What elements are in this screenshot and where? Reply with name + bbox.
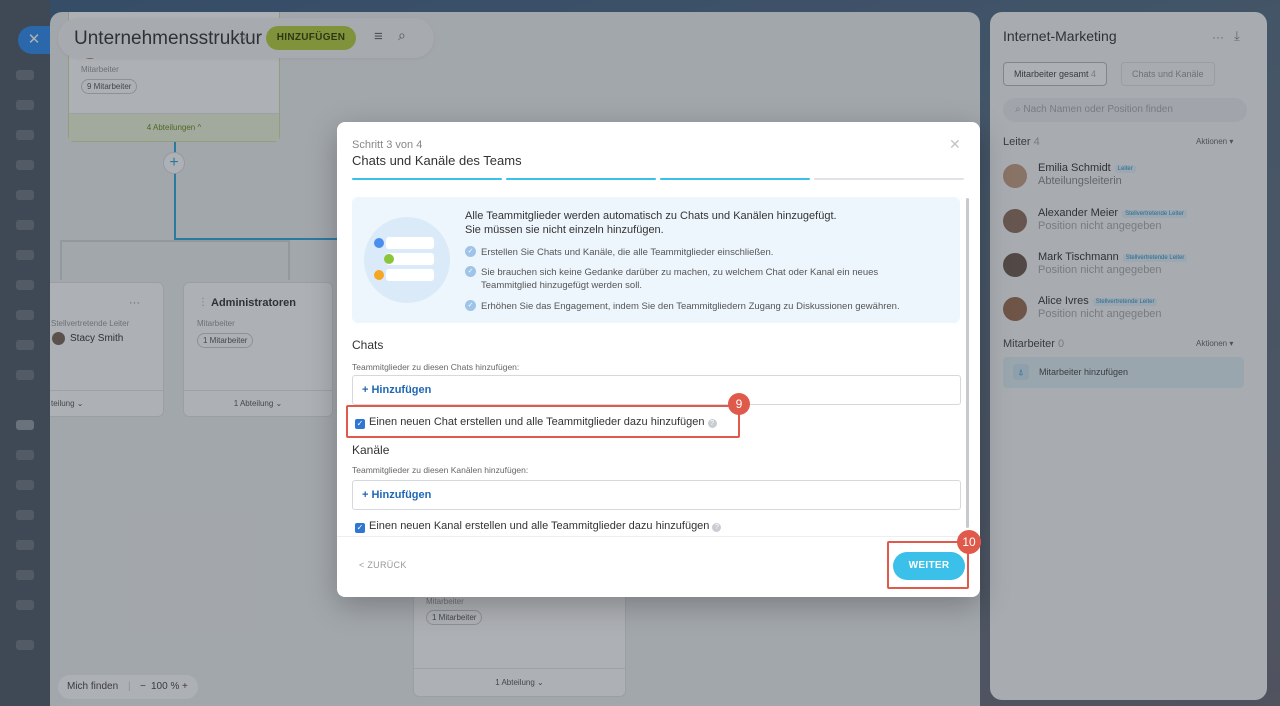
add-channels-field[interactable]: + Hinzufügen: [352, 480, 961, 510]
add-channels-link[interactable]: + Hinzufügen: [362, 489, 431, 501]
info-item-text: Erhöhen Sie das Engagement, indem Sie de…: [481, 301, 900, 312]
checkbox-label[interactable]: Einen neuen Kanal erstellen und alle Tea…: [369, 520, 709, 532]
help-icon[interactable]: ?: [712, 523, 722, 532]
info-item-text: Sie brauchen sich keine Gedanke darüber …: [481, 267, 879, 291]
dialog-title: Chats und Kanäle des Teams: [352, 153, 522, 168]
highlight-next-button: [887, 541, 969, 589]
new-channel-checkbox-row[interactable]: ✓ Einen neuen Kanal erstellen und alle Te…: [355, 520, 722, 533]
info-heading-line: Alle Teammitglieder werden automatisch z…: [465, 210, 837, 222]
progress-segment-2: [506, 178, 656, 180]
illustration-row: [386, 269, 434, 281]
channels-heading: Kanäle: [352, 443, 390, 457]
footer-divider: [337, 536, 980, 537]
illustration-dot: [374, 270, 384, 280]
highlight-new-chat-checkbox: [346, 405, 740, 438]
chats-subheading: Teammitglieder zu diesen Chats hinzufüge…: [352, 362, 520, 372]
team-wizard-dialog: Schritt 3 von 4 Chats und Kanäle des Tea…: [337, 122, 980, 597]
illustration-dot: [384, 254, 394, 264]
progress-segment-1: [352, 178, 502, 180]
step-indicator: Schritt 3 von 4: [352, 139, 423, 151]
illustration-dot: [374, 238, 384, 248]
chats-illustration: [364, 217, 450, 303]
info-heading-line: Sie müssen sie nicht einzeln hinzufügen.: [465, 224, 664, 236]
info-heading: Alle Teammitglieder werden automatisch z…: [465, 209, 837, 237]
info-item: ✓ Erhöhen Sie das Engagement, indem Sie d…: [465, 300, 945, 313]
info-item: ✓ Sie brauchen sich keine Gedanke darüber…: [465, 266, 935, 292]
info-box: Alle Teammitglieder werden automatisch z…: [352, 197, 960, 323]
add-chats-field[interactable]: + Hinzufügen: [352, 375, 961, 405]
check-circle-icon: ✓: [465, 266, 476, 277]
back-button[interactable]: < ZURÜCK: [359, 560, 407, 570]
illustration-row: [386, 237, 434, 249]
info-item-text: Erstellen Sie Chats und Kanäle, die alle…: [481, 247, 774, 258]
close-icon[interactable]: ✕: [949, 136, 961, 153]
channels-subheading: Teammitglieder zu diesen Kanälen hinzufü…: [352, 465, 529, 475]
chats-heading: Chats: [352, 338, 384, 352]
add-chats-link[interactable]: + Hinzufügen: [362, 384, 431, 396]
step-badge-9: 9: [728, 393, 750, 415]
progress-segment-3: [660, 178, 810, 180]
check-circle-icon: ✓: [465, 246, 476, 257]
dialog-scrollbar[interactable]: [966, 198, 969, 528]
info-item: ✓ Erstellen Sie Chats und Kanäle, die all…: [465, 246, 945, 259]
step-badge-10: 10: [957, 530, 981, 554]
progress-segment-4: [814, 178, 964, 180]
checkbox-icon[interactable]: ✓: [355, 523, 365, 533]
check-circle-icon: ✓: [465, 300, 476, 311]
